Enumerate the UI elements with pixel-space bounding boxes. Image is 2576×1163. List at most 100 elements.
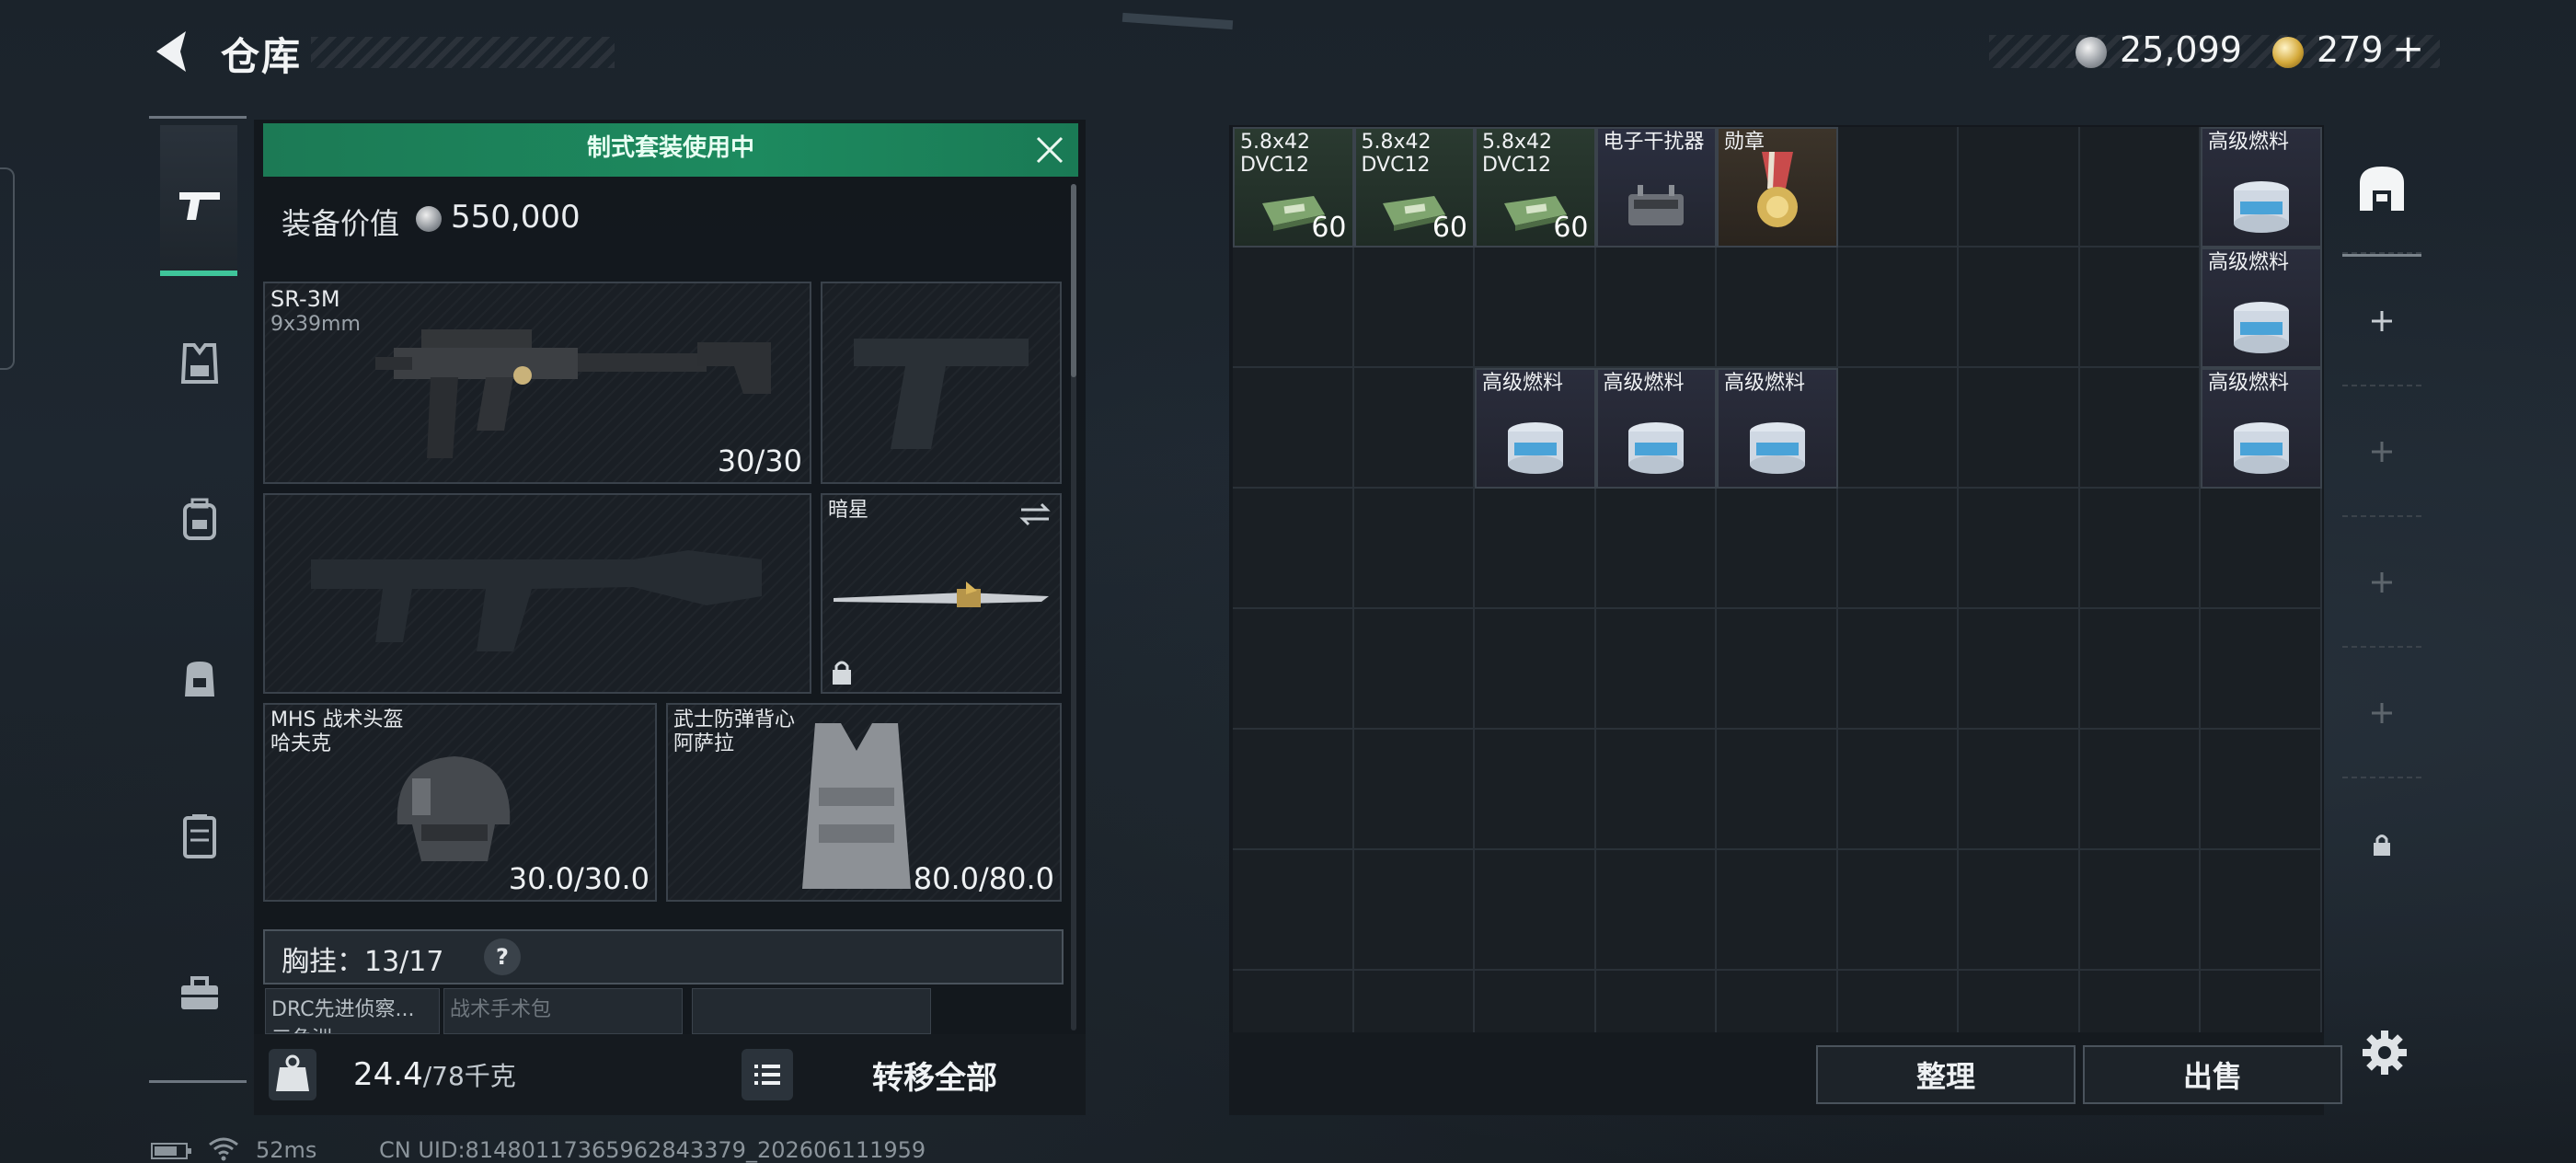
storage-cell[interactable] <box>2079 489 2201 609</box>
storage-cell[interactable] <box>1595 609 1717 730</box>
storage-item[interactable]: 5.8x42 DVC12 60 <box>1475 127 1596 248</box>
storage-item[interactable]: 勋章 <box>1717 127 1838 248</box>
storage-item[interactable]: 高级燃料 <box>2201 248 2322 368</box>
sell-button[interactable]: 出售 <box>2083 1045 2342 1104</box>
storage-item[interactable]: 5.8x42 DVC12 60 <box>1233 127 1354 248</box>
primary-weapon-slot[interactable]: SR-3M 9x39mm 30/30 <box>263 282 811 484</box>
storage-cell[interactable] <box>1475 609 1596 730</box>
storage-cell[interactable] <box>1717 609 1838 730</box>
nav-rig-tab[interactable] <box>160 480 239 559</box>
list-view-button[interactable] <box>742 1049 793 1100</box>
storage-cell[interactable] <box>2079 368 2201 489</box>
storage-cell[interactable] <box>2079 248 2201 368</box>
storage-cell[interactable] <box>1233 850 1354 971</box>
storage-cell[interactable] <box>1353 850 1475 971</box>
storage-cell[interactable] <box>1233 489 1354 609</box>
storage-cell[interactable] <box>1837 127 1959 248</box>
helmet-slot[interactable]: MHS 战术头盔 哈夫克 30.0/30.0 <box>263 703 657 902</box>
storage-item[interactable]: 高级燃料 <box>1595 368 1717 489</box>
storage-cell[interactable] <box>1959 248 2080 368</box>
storage-cell[interactable] <box>1959 730 2080 850</box>
storage-cell[interactable] <box>1959 489 2080 609</box>
storage-cell[interactable] <box>1837 248 1959 368</box>
add-storage-tab[interactable] <box>2342 388 2421 517</box>
gold-balance: 279 <box>2317 29 2384 70</box>
storage-cell[interactable] <box>1353 730 1475 850</box>
storage-cell[interactable] <box>1959 609 2080 730</box>
storage-item[interactable]: 高级燃料 <box>1475 368 1596 489</box>
swap-icon[interactable] <box>1018 501 1052 528</box>
storage-cell[interactable] <box>1837 368 1959 489</box>
scrollbar-thumb[interactable] <box>1071 184 1076 377</box>
edge-tab[interactable] <box>0 167 15 370</box>
pouch-slot[interactable]: 战术手术包 <box>443 988 683 1034</box>
melee-slot[interactable]: 暗星 <box>821 493 1062 694</box>
storage-cell[interactable] <box>1717 850 1838 971</box>
storage-cell[interactable] <box>1959 127 2080 248</box>
add-storage-tab[interactable] <box>2342 650 2421 778</box>
transfer-all-button[interactable]: 转移全部 <box>828 1049 1041 1100</box>
locked-storage-tab[interactable] <box>2342 780 2421 909</box>
nav-container-tab[interactable] <box>160 797 239 876</box>
storage-cell[interactable] <box>2079 730 2201 850</box>
storage-cell[interactable] <box>1353 489 1475 609</box>
storage-cell[interactable] <box>1959 850 2080 971</box>
secondary-weapon-slot[interactable] <box>263 493 811 694</box>
nav-weapon-tab[interactable] <box>160 166 239 245</box>
silver-balance: 25,099 <box>2120 29 2242 70</box>
pouch-slot[interactable]: DRC先进侦察... 三角洲 <box>265 988 440 1034</box>
storage-cell[interactable] <box>1233 368 1354 489</box>
storage-item[interactable]: 高级燃料 <box>2201 127 2322 248</box>
add-storage-tab[interactable] <box>2342 258 2421 386</box>
storage-cell[interactable] <box>1837 850 1959 971</box>
back-arrow-icon[interactable] <box>147 28 202 75</box>
storage-cell[interactable] <box>2079 850 2201 971</box>
nav-bag-tab[interactable] <box>160 639 239 718</box>
storage-cell[interactable] <box>1233 609 1354 730</box>
storage-tab-main[interactable] <box>2342 125 2421 254</box>
nav-armor-tab[interactable] <box>160 324 239 403</box>
storage-cell[interactable] <box>1353 248 1475 368</box>
storage-cell[interactable] <box>1595 248 1717 368</box>
storage-cell[interactable] <box>1475 489 1596 609</box>
vest-slot[interactable]: 武士防弹背心 阿萨拉 80.0/80.0 <box>666 703 1062 902</box>
storage-cell[interactable] <box>1837 609 1959 730</box>
storage-item[interactable]: 高级燃料 <box>1717 368 1838 489</box>
storage-cell[interactable] <box>1475 850 1596 971</box>
storage-cell[interactable] <box>1837 489 1959 609</box>
storage-cell[interactable] <box>2079 609 2201 730</box>
storage-cell[interactable] <box>2201 489 2322 609</box>
storage-cell[interactable] <box>1717 489 1838 609</box>
storage-cell[interactable] <box>1595 489 1717 609</box>
settings-gear-icon[interactable] <box>2361 1029 2409 1077</box>
pistol-slot[interactable] <box>821 282 1062 484</box>
storage-cell[interactable] <box>2079 127 2201 248</box>
storage-cell[interactable] <box>1717 730 1838 850</box>
storage-cell[interactable] <box>1959 368 2080 489</box>
storage-cell[interactable] <box>2201 609 2322 730</box>
storage-cell[interactable] <box>1717 248 1838 368</box>
storage-item[interactable]: 电子干扰器 <box>1595 127 1717 248</box>
nav-toolbox-tab[interactable] <box>160 955 239 1034</box>
storage-grid: 5.8x42 DVC12 60 5.8x42 DVC12 60 5.8x42 DVC12… <box>1233 127 2322 1091</box>
storage-cell[interactable] <box>1595 850 1717 971</box>
help-icon[interactable]: ? <box>484 938 521 975</box>
close-icon[interactable] <box>1034 134 1065 166</box>
add-gold-button[interactable]: + <box>2392 26 2424 71</box>
storage-cell[interactable] <box>2201 730 2322 850</box>
storage-cell[interactable] <box>2201 850 2322 971</box>
storage-cell[interactable] <box>1353 609 1475 730</box>
storage-cell[interactable] <box>1475 248 1596 368</box>
storage-cell[interactable] <box>1837 730 1959 850</box>
storage-cell[interactable] <box>1475 730 1596 850</box>
storage-item[interactable]: 5.8x42 DVC12 60 <box>1353 127 1475 248</box>
add-storage-tab[interactable] <box>2342 519 2421 648</box>
sort-button[interactable]: 整理 <box>1816 1045 2076 1104</box>
helmet-maker: 哈夫克 <box>270 732 332 755</box>
storage-item[interactable]: 高级燃料 <box>2201 368 2322 489</box>
pouch-slot[interactable] <box>692 988 931 1034</box>
storage-cell[interactable] <box>1233 730 1354 850</box>
storage-cell[interactable] <box>1353 368 1475 489</box>
storage-cell[interactable] <box>1233 248 1354 368</box>
storage-cell[interactable] <box>1595 730 1717 850</box>
